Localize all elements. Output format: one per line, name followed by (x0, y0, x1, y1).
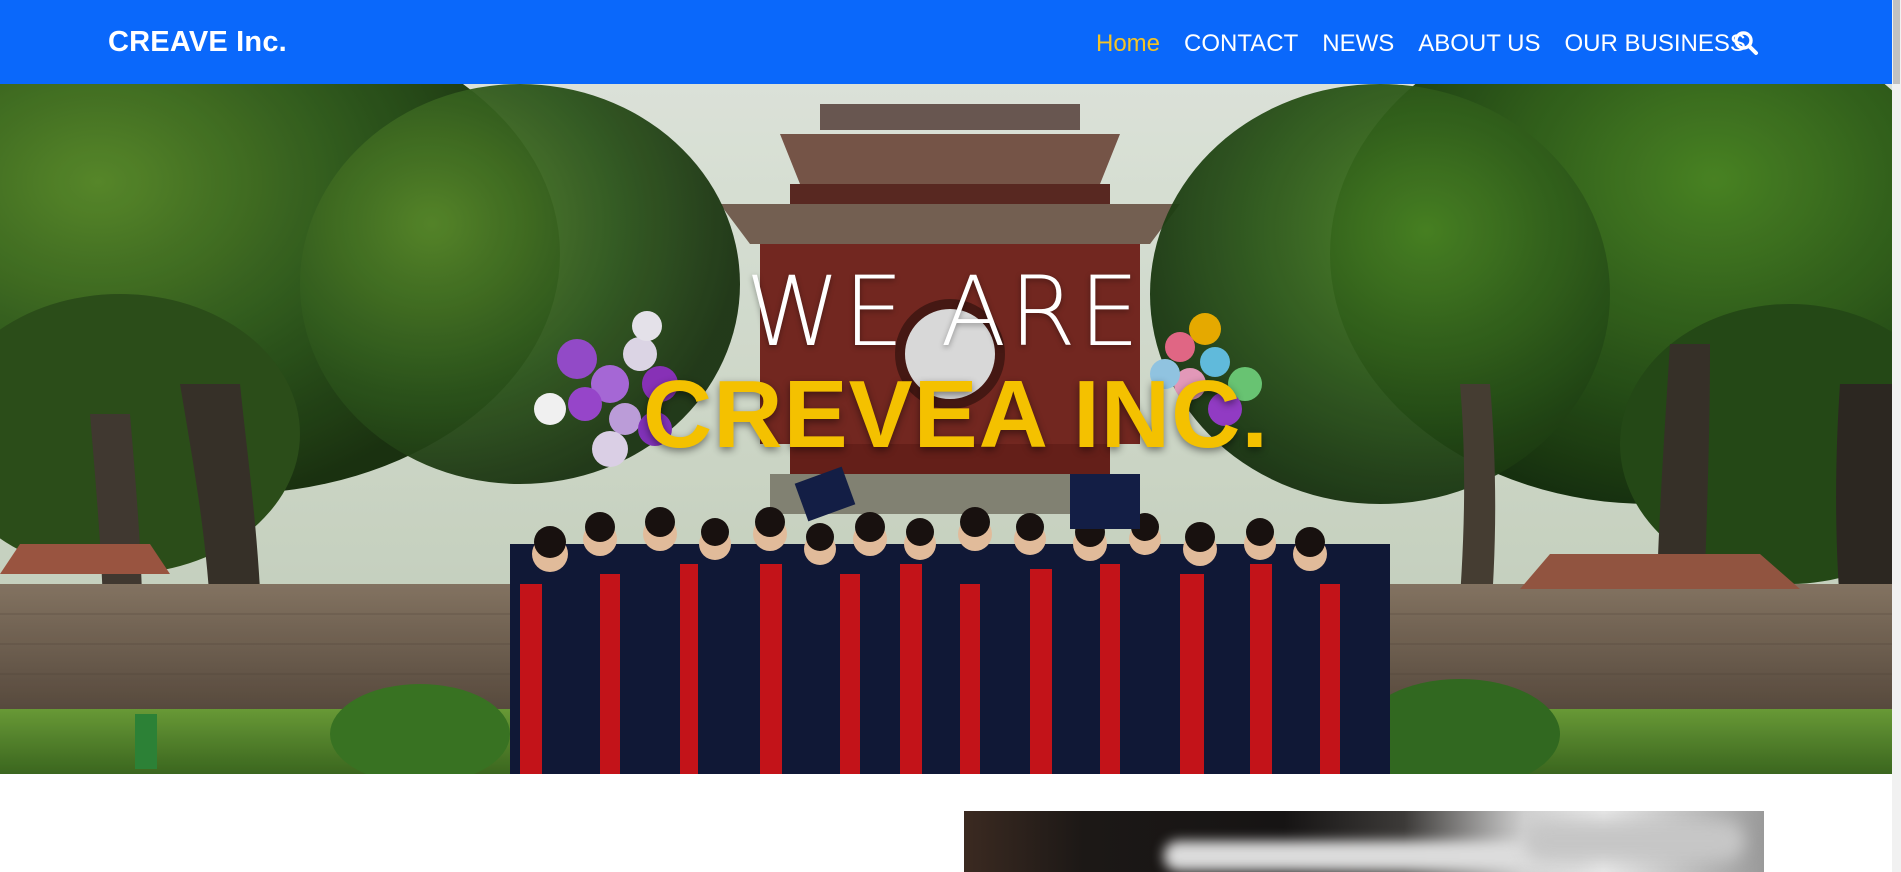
nav-item-about-us[interactable]: ABOUT US (1418, 28, 1540, 60)
featured-image (964, 811, 1764, 872)
top-navbar: CREAVE Inc. Home CONTACT NEWS ABOUT US O… (0, 0, 1892, 84)
scrollbar-thumb[interactable] (1893, 0, 1900, 84)
nav-item-home[interactable]: Home (1096, 28, 1160, 60)
search-icon[interactable] (1733, 30, 1759, 56)
hero-banner: WE ARE CREVEA INC. (0, 84, 1892, 774)
nav-item-news[interactable]: NEWS (1322, 28, 1394, 60)
nav-item-contact[interactable]: CONTACT (1184, 28, 1298, 60)
page-scrollbar[interactable] (1892, 0, 1901, 872)
content-section (0, 774, 1892, 872)
main-nav: Home CONTACT NEWS ABOUT US OUR BUSINESS (1096, 28, 1746, 60)
hero-heading-line1: WE ARE (745, 256, 1143, 368)
nav-item-our-business[interactable]: OUR BUSINESS (1565, 28, 1746, 60)
hero-heading-line2: CREVEA INC. (642, 361, 1270, 468)
brand-logo-link[interactable]: CREAVE Inc. (108, 26, 287, 59)
